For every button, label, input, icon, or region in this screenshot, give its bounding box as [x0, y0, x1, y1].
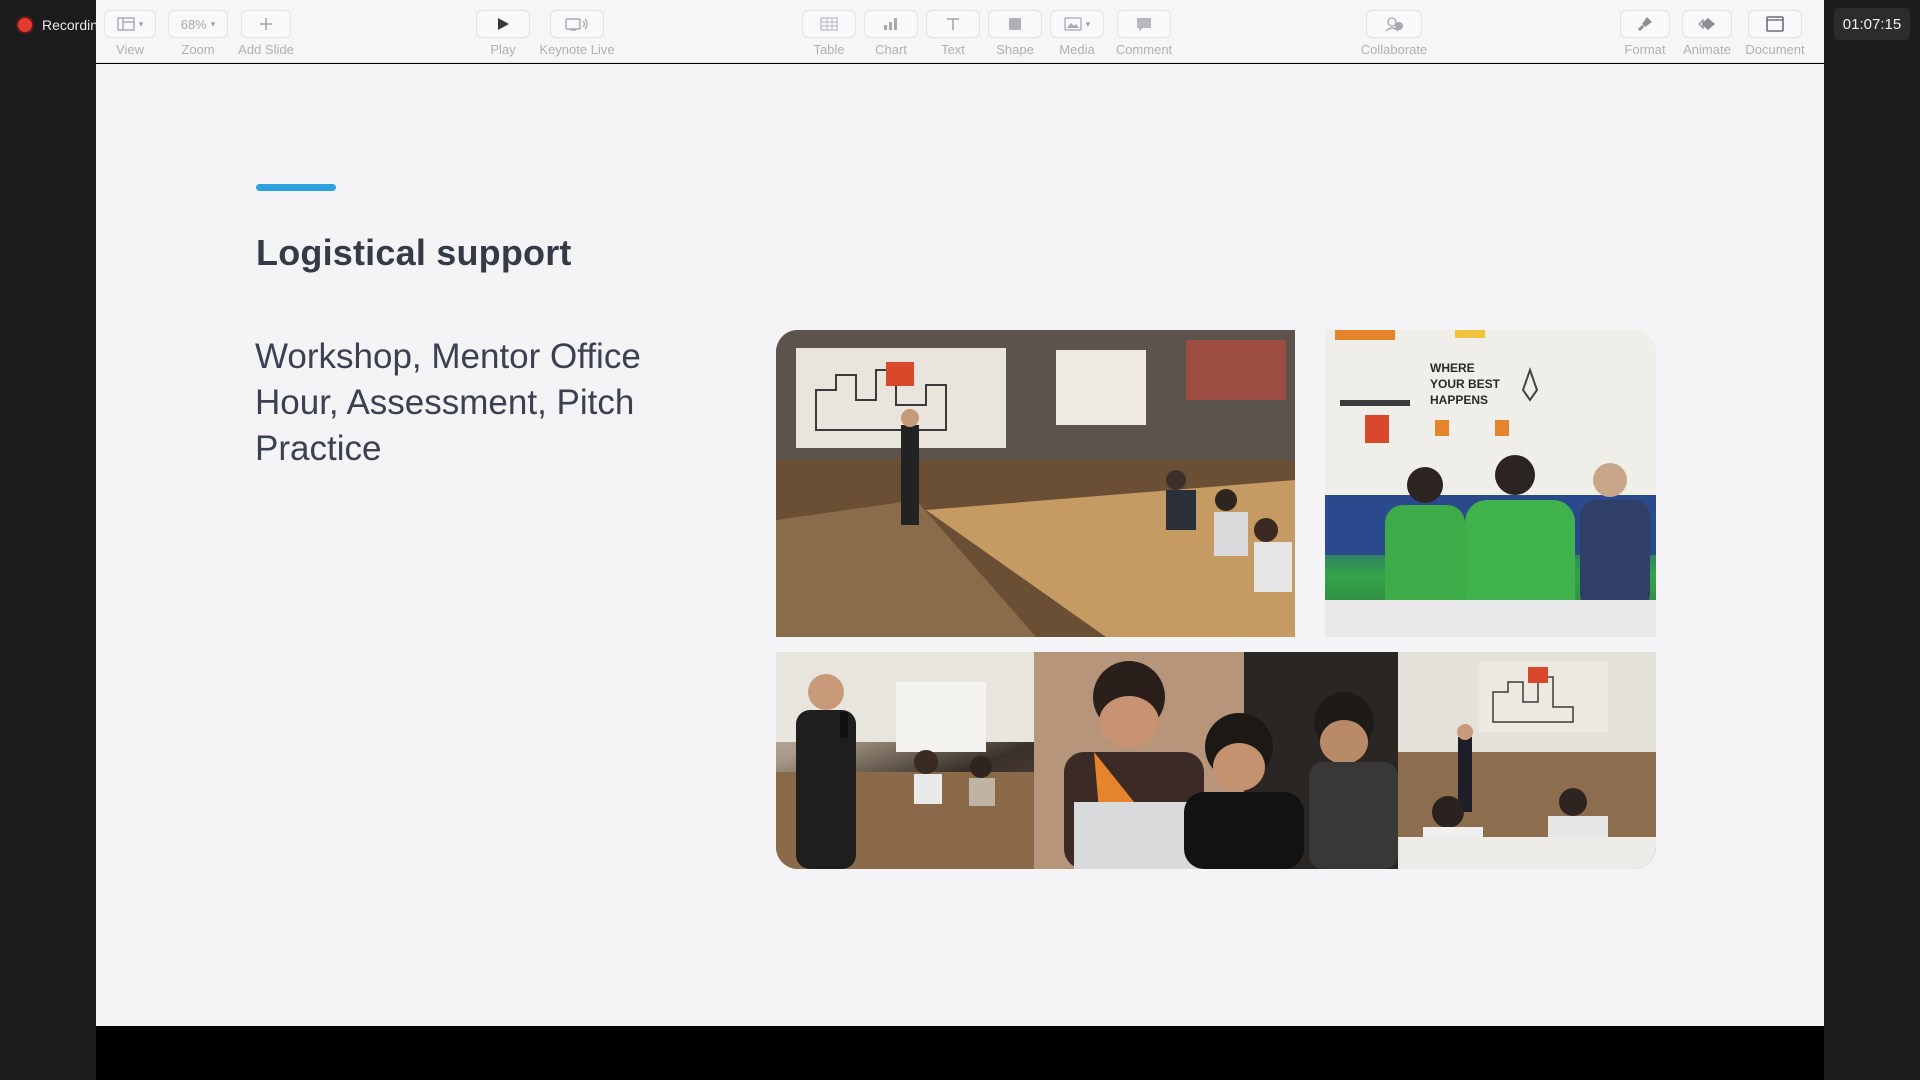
- collaborate-icon: [1385, 17, 1403, 32]
- play-icon: [498, 18, 509, 30]
- photo-workshop-room[interactable]: [776, 330, 1295, 637]
- comment-button[interactable]: [1117, 10, 1171, 38]
- recording-timer: 01:07:15: [1834, 8, 1910, 40]
- sign-line: YOUR BEST: [1430, 377, 1501, 391]
- keynote-window: ▾ View 68% ▾ Zoom Add Slide Play Keynote…: [96, 0, 1824, 1080]
- slide-title[interactable]: Logistical support: [256, 232, 572, 274]
- collaborate-button[interactable]: [1366, 10, 1422, 38]
- toolbar: ▾ View 68% ▾ Zoom Add Slide Play Keynote…: [96, 0, 1824, 63]
- table-icon: [820, 17, 838, 31]
- sign-line: HAPPENS: [1430, 393, 1489, 407]
- media-label: Media: [1059, 42, 1095, 57]
- media-icon: [1064, 17, 1082, 31]
- format-control[interactable]: Format: [1620, 10, 1670, 57]
- document-label: Document: [1745, 42, 1805, 57]
- add-slide-control[interactable]: Add Slide: [238, 10, 294, 57]
- format-label: Format: [1624, 42, 1666, 57]
- shape-control[interactable]: Shape: [988, 10, 1042, 57]
- plus-icon: [260, 18, 272, 30]
- office-hour-photo-graphic: [1398, 652, 1656, 869]
- text-button[interactable]: [926, 10, 980, 38]
- table-button[interactable]: [802, 10, 856, 38]
- format-button[interactable]: [1620, 10, 1670, 38]
- media-button[interactable]: ▾: [1050, 10, 1104, 38]
- slide-body-text[interactable]: Workshop, Mentor Office Hour, Assessment…: [255, 334, 675, 472]
- photo-mentor-session[interactable]: WHERE YOUR BEST HAPPENS: [1325, 330, 1656, 637]
- view-label: View: [116, 42, 144, 57]
- zoom-select[interactable]: 68% ▾: [168, 10, 228, 38]
- sign-line: WHERE: [1430, 361, 1475, 375]
- document-icon: [1766, 16, 1784, 32]
- play-control[interactable]: Play: [476, 10, 530, 57]
- chart-label: Chart: [875, 42, 907, 57]
- media-control[interactable]: ▾ Media: [1050, 10, 1104, 57]
- recording-label: Recording: [42, 17, 96, 33]
- title-accent-bar: [256, 184, 336, 191]
- zoom-label: Zoom: [181, 42, 215, 57]
- photo-office-hour[interactable]: [1398, 652, 1656, 869]
- document-control[interactable]: Document: [1740, 10, 1810, 57]
- collaborate-label: Collaborate: [1360, 42, 1428, 57]
- pitch-practice-photo-graphic: [776, 652, 1034, 869]
- record-icon: [18, 18, 32, 32]
- bottom-bar: [96, 1026, 1824, 1080]
- table-label: Table: [813, 42, 845, 57]
- shape-button[interactable]: [988, 10, 1042, 38]
- chart-icon: [884, 18, 897, 30]
- photo-assessment[interactable]: [1034, 652, 1398, 869]
- play-label: Play: [490, 42, 516, 57]
- photo-pitch-practice[interactable]: [776, 652, 1034, 869]
- zoom-control[interactable]: 68% ▾ Zoom: [168, 10, 228, 57]
- comment-control[interactable]: Comment: [1112, 10, 1176, 57]
- keynote-live-icon: [565, 18, 588, 31]
- slide-canvas[interactable]: Logistical support Workshop, Mentor Offi…: [96, 64, 1824, 1026]
- workshop-room-photo-graphic: [776, 330, 1295, 637]
- chevron-down-icon: ▾: [1085, 18, 1091, 29]
- view-button[interactable]: ▾: [104, 10, 156, 38]
- add-slide-label: Add Slide: [238, 42, 294, 57]
- keynote-live-label: Keynote Live: [539, 42, 615, 57]
- keynote-live-button[interactable]: [550, 10, 604, 38]
- view-icon: [117, 17, 135, 31]
- chevron-down-icon: ▾: [138, 18, 144, 29]
- add-slide-button[interactable]: [241, 10, 291, 38]
- assessment-photo-graphic: [1034, 652, 1398, 869]
- collaborate-control[interactable]: Collaborate: [1358, 10, 1430, 57]
- recording-indicator[interactable]: Recording: [0, 0, 96, 50]
- shape-label: Shape: [996, 42, 1034, 57]
- chevron-down-icon: ▾: [210, 18, 216, 29]
- chart-button[interactable]: [864, 10, 918, 38]
- play-button[interactable]: [476, 10, 530, 38]
- view-control[interactable]: ▾ View: [104, 10, 156, 57]
- animate-button[interactable]: [1682, 10, 1732, 38]
- shape-icon: [1009, 18, 1021, 30]
- text-control[interactable]: Text: [926, 10, 980, 57]
- animate-control[interactable]: Animate: [1680, 10, 1734, 57]
- comment-label: Comment: [1115, 42, 1173, 57]
- where-your-best-happens-sign: WHERE YOUR BEST HAPPENS: [1430, 360, 1500, 408]
- text-label: Text: [941, 42, 965, 57]
- animate-label: Animate: [1683, 42, 1731, 57]
- paintbrush-icon: [1638, 17, 1652, 31]
- screen: Recording 01:07:15 ▾ View 68% ▾ Zoom: [0, 0, 1920, 1080]
- chart-control[interactable]: Chart: [864, 10, 918, 57]
- zoom-value: 68%: [180, 16, 207, 32]
- animate-icon: [1698, 18, 1715, 30]
- text-icon: [947, 18, 959, 30]
- document-button[interactable]: [1748, 10, 1802, 38]
- keynote-live-control[interactable]: Keynote Live: [536, 10, 618, 57]
- table-control[interactable]: Table: [802, 10, 856, 57]
- comment-icon: [1137, 18, 1151, 31]
